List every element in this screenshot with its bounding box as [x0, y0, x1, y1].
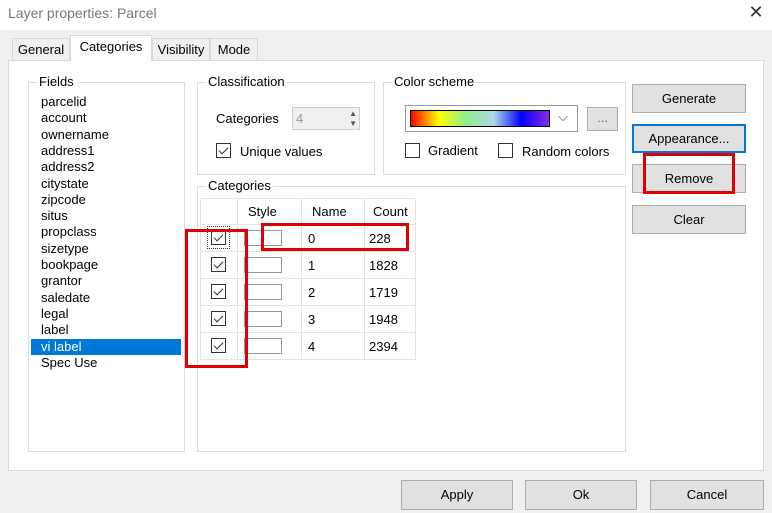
color-scheme-group: Color scheme ⌵ ... Gradient Random color… [383, 74, 626, 175]
row-name: 3 [301, 305, 365, 333]
random-colors-label: Random colors [522, 144, 610, 159]
style-swatch[interactable] [244, 311, 282, 328]
field-item[interactable]: zipcode [39, 192, 189, 208]
header-check [200, 198, 238, 225]
field-item[interactable]: label [39, 322, 189, 338]
fields-legend: Fields [37, 74, 76, 89]
spin-arrows-icon[interactable]: ▲ ▼ [349, 109, 357, 129]
tab-visibility[interactable]: Visibility [152, 38, 210, 61]
categories-count-value: 4 [296, 111, 304, 126]
highlight-box-checkboxes [185, 229, 248, 368]
header-count[interactable]: Count [364, 198, 416, 225]
header-style[interactable]: Style [237, 198, 302, 225]
field-item[interactable]: propclass [39, 224, 189, 240]
row-name: 1 [301, 251, 365, 279]
tab-mode[interactable]: Mode [210, 38, 258, 61]
field-item[interactable]: address2 [39, 159, 189, 175]
classification-group: Classification Categories 4 ▲ ▼ Unique va… [197, 74, 375, 175]
categories-count-label: Categories [216, 111, 279, 126]
categories-legend: Categories [206, 178, 273, 193]
chevron-down-icon[interactable]: ⌵ [558, 109, 568, 125]
window-title: Layer properties: Parcel [8, 5, 157, 21]
appearance-button[interactable]: Appearance... [632, 124, 746, 153]
highlight-box-remove [643, 153, 735, 194]
row-name: 4 [301, 332, 365, 360]
color-scheme-dropdown[interactable]: ⌵ [405, 105, 578, 132]
gradient-label: Gradient [428, 143, 478, 158]
field-item[interactable]: sizetype [39, 241, 189, 257]
row-count: 2394 [364, 332, 416, 360]
field-item[interactable]: legal [39, 306, 189, 322]
field-item[interactable]: saledate [39, 290, 189, 306]
random-colors-checkbox[interactable] [498, 143, 513, 158]
close-icon[interactable]: ✕ [746, 2, 766, 23]
apply-button[interactable]: Apply [401, 480, 513, 510]
classification-legend: Classification [206, 74, 287, 89]
style-swatch[interactable] [244, 284, 282, 301]
style-swatch[interactable] [244, 338, 282, 355]
generate-button[interactable]: Generate [632, 84, 746, 113]
row-name: 2 [301, 278, 365, 306]
field-item[interactable]: address1 [39, 143, 189, 159]
field-item[interactable]: citystate [39, 176, 189, 192]
field-item[interactable]: ownername [39, 127, 189, 143]
row-count: 1719 [364, 278, 416, 306]
header-name[interactable]: Name [301, 198, 365, 225]
field-item[interactable]: bookpage [39, 257, 189, 273]
row-count: 1948 [364, 305, 416, 333]
gradient-checkbox[interactable] [405, 143, 420, 158]
row-count: 1828 [364, 251, 416, 279]
field-item[interactable]: account [39, 110, 189, 126]
tab-categories[interactable]: Categories [70, 35, 152, 61]
fields-group: Fields parcelid account ownername address1 a… [28, 74, 185, 452]
style-swatch[interactable] [244, 257, 282, 274]
tab-general[interactable]: General [12, 38, 70, 61]
field-item[interactable]: grantor [39, 273, 189, 289]
field-item[interactable]: Spec Use [39, 355, 189, 371]
clear-button[interactable]: Clear [632, 205, 746, 234]
unique-values-checkbox[interactable] [216, 143, 231, 158]
ok-button[interactable]: Ok [525, 480, 637, 510]
cancel-button[interactable]: Cancel [650, 480, 764, 510]
color-scheme-more-button[interactable]: ... [587, 107, 618, 131]
color-ramp-preview [410, 110, 550, 127]
highlight-box-row-0 [261, 223, 409, 251]
categories-count-spinner[interactable]: 4 ▲ ▼ [292, 107, 360, 130]
field-item[interactable]: parcelid [39, 94, 189, 110]
unique-values-label: Unique values [240, 144, 323, 159]
field-item[interactable]: situs [39, 208, 189, 224]
field-item[interactable]: vi label [31, 338, 181, 355]
color-scheme-legend: Color scheme [392, 74, 477, 89]
